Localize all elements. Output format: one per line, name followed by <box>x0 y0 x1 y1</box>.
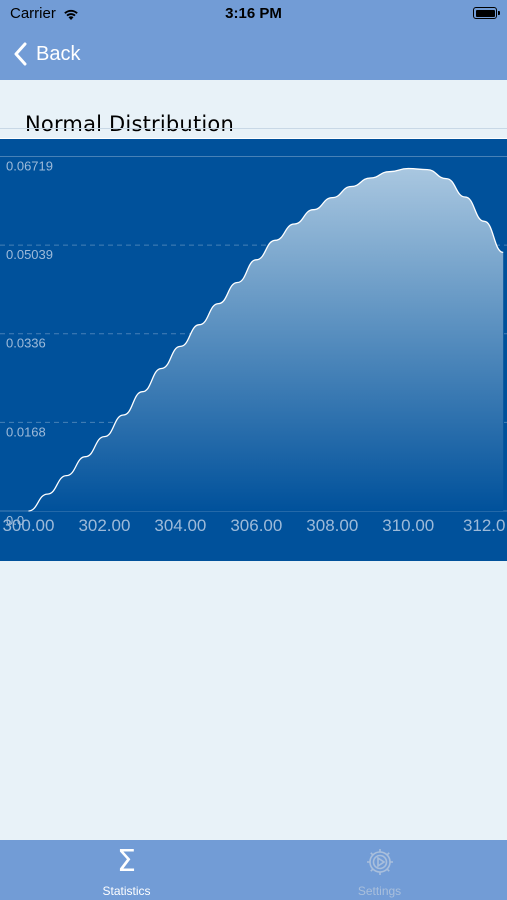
distribution-area <box>28 168 504 511</box>
chart-area: 0.0 0.0168 0.0336 0.05039 0.06719 300.00 302.… <box>0 138 507 561</box>
chevron-left-icon <box>14 42 27 66</box>
status-bar: Carrier 3:16 PM <box>0 0 507 30</box>
main-content: Normal Distribution 0.0 0.0168 0.0336 0.050… <box>0 80 507 840</box>
y-tick-label: 0.0168 <box>6 424 46 439</box>
y-tick-label: 0.0336 <box>6 336 46 351</box>
tab-settings-label: Settings <box>357 884 402 898</box>
back-button[interactable]: Back <box>14 38 80 70</box>
status-time: 3:16 PM <box>225 5 282 22</box>
title-divider <box>0 128 507 129</box>
battery-icon <box>473 7 500 19</box>
sigma-icon: Σ <box>117 844 136 879</box>
chart-title: Normal Distribution <box>25 112 234 136</box>
x-tick-label: 300.00 <box>2 516 54 535</box>
navigation-bar: Back <box>0 30 507 80</box>
back-label: Back <box>36 42 81 65</box>
normal-distribution-chart[interactable]: 0.00.01680.03360.050390.06719 300.00 302.… <box>0 139 507 561</box>
tab-statistics[interactable]: Σ Statistics <box>0 840 253 900</box>
x-tick-label: 304.00 <box>154 516 206 535</box>
y-tick-label: 0.06719 <box>6 158 53 173</box>
gear-icon <box>253 846 506 878</box>
x-tick-label: 308.00 <box>306 516 358 535</box>
tab-settings[interactable]: Settings <box>253 840 506 900</box>
y-tick-label: 0.05039 <box>6 247 53 262</box>
tab-statistics-label: Statistics <box>102 884 151 898</box>
x-tick-label: 302.00 <box>78 516 130 535</box>
tab-bar: Σ Statistics Settings <box>0 840 507 900</box>
x-tick-label: 312.0 <box>463 516 506 535</box>
x-tick-label: 306.00 <box>230 516 282 535</box>
x-tick-label: 310.00 <box>382 516 434 535</box>
